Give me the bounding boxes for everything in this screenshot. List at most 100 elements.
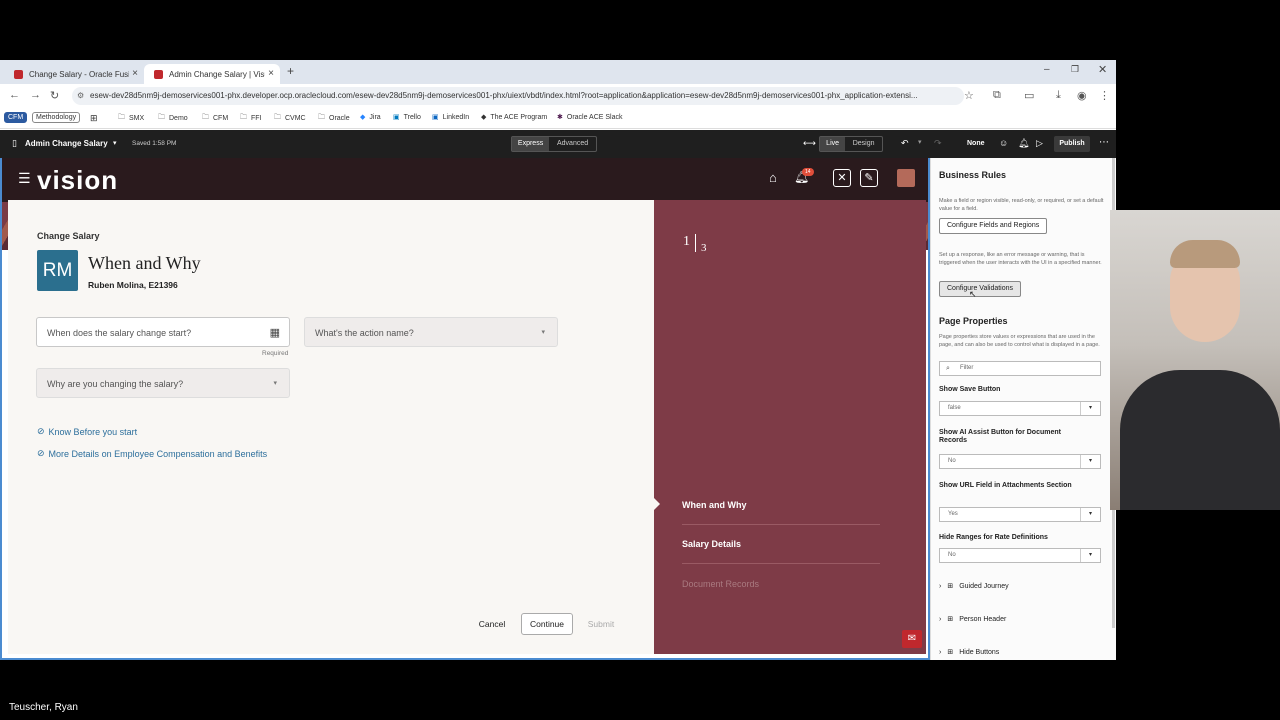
back-icon[interactable]: ← <box>9 89 20 101</box>
advanced-mode-button[interactable]: Advanced <box>549 137 596 151</box>
redo-icon[interactable]: ↷ <box>934 138 942 149</box>
hamburger-icon[interactable]: ☰ <box>18 170 31 187</box>
step-when-and-why[interactable]: When and Why <box>682 500 747 510</box>
bookmark-methodology-chip[interactable]: Methodology <box>32 112 81 123</box>
settings-icon[interactable]: ✎ <box>860 169 878 187</box>
home-icon[interactable]: ⌂ <box>769 170 777 185</box>
user-avatar[interactable] <box>897 169 915 187</box>
more-options-icon[interactable]: ⋯ <box>1099 137 1109 148</box>
show-url-field-select[interactable]: Yes ▾ <box>939 507 1101 522</box>
express-mode-button[interactable]: Express <box>512 137 550 151</box>
reason-select[interactable]: Why are you changing the salary? ▾ <box>36 368 290 398</box>
grid-icon: ⊞ <box>947 616 954 623</box>
configure-validations-button[interactable]: Configure Validations <box>939 281 1022 297</box>
preview-icon[interactable]: ☺ <box>999 138 1008 148</box>
mode-toggle: Express Advanced <box>511 136 597 152</box>
grid-icon: ⊞ <box>947 649 954 656</box>
folder-icon: 🗀 <box>240 114 247 121</box>
avatar: RM <box>37 250 78 291</box>
know-before-link[interactable]: ⊘ Know Before you start <box>37 426 137 437</box>
step-divider <box>682 524 880 525</box>
info-circle-icon: ⊘ <box>37 448 45 458</box>
tools-icon[interactable]: ✕ <box>833 169 851 187</box>
bookmark-ace-program[interactable]: ◆ The ACE Program <box>481 113 547 122</box>
run-icon[interactable]: ▷ <box>1036 138 1043 149</box>
grid-icon: ⊞ <box>947 583 954 590</box>
submit-button[interactable]: Submit <box>580 613 622 635</box>
chevron-down-icon: ▾ <box>273 380 277 387</box>
download-icon[interactable]: ⤓ <box>1056 89 1061 102</box>
oracle-favicon-icon <box>14 69 23 79</box>
filter-input[interactable]: ⌕ Filter <box>939 361 1101 376</box>
tree-person-header[interactable]: › ⊞ Person Header <box>939 615 1006 624</box>
tree-guided-journey[interactable]: › ⊞ Guided Journey <box>939 582 1009 591</box>
profile-icon[interactable]: ◉ <box>1077 89 1087 102</box>
undo-history-icon[interactable]: ▾ <box>918 138 922 146</box>
bookmark-trello[interactable]: ▣ Trello <box>393 113 421 122</box>
chevron-down-icon: ▾ <box>1080 508 1100 521</box>
configure-fields-button[interactable]: Configure Fields and Regions <box>939 218 1048 234</box>
hide-ranges-select[interactable]: No ▾ <box>939 548 1101 563</box>
extensions-icon[interactable]: ⧉ <box>993 89 1001 102</box>
reload-icon[interactable]: ↻ <box>50 89 59 102</box>
action-name-select[interactable]: What's the action name? ▾ <box>304 317 558 347</box>
new-tab-icon[interactable]: + <box>287 64 294 78</box>
chevron-right-icon: › <box>939 648 942 656</box>
person-subtitle: Ruben Molina, E21396 <box>88 280 178 290</box>
salary-start-date-field[interactable]: When does the salary change start? ▦ <box>36 317 290 347</box>
bookmark-ace-slack[interactable]: ✱ Oracle ACE Slack <box>557 113 623 122</box>
undo-icon[interactable]: ↶ <box>901 138 909 149</box>
slack-icon: ✱ <box>557 114 563 121</box>
sidebar-icon[interactable]: ▭ <box>1024 89 1034 102</box>
page-name[interactable]: Admin Change Salary <box>25 139 108 148</box>
bookmark-jira[interactable]: ◆ Jira <box>360 113 381 122</box>
bookmark-cfm[interactable]: 🗀 CFM <box>202 113 228 124</box>
app-canvas: ☰ vision ⌂ 🔔︎ 14 ✕ ✎ Change Salary RM Wh… <box>0 158 930 660</box>
step-salary-details[interactable]: Salary Details <box>682 539 741 549</box>
forward-icon[interactable]: → <box>30 89 41 101</box>
bookmark-cvmc[interactable]: 🗀 CVMC <box>274 113 306 124</box>
page-icon: ▯ <box>12 138 17 148</box>
bookmark-cfm-chip[interactable]: CFM <box>4 112 28 123</box>
page-properties-heading: Page Properties <box>939 316 1008 326</box>
restore-icon[interactable]: ❐ <box>1071 64 1079 75</box>
bookmark-ffi[interactable]: 🗀 FFI <box>240 113 262 124</box>
compensation-details-link[interactable]: ⊘ More Details on Employee Compensation … <box>37 448 267 459</box>
step-document-records[interactable]: Document Records <box>682 579 759 589</box>
close-tab-icon[interactable]: × <box>268 68 274 79</box>
live-mode-button[interactable]: Live <box>820 137 846 151</box>
bookmark-star-icon[interactable]: ☆ <box>964 89 974 102</box>
presenter-hair <box>1170 240 1240 268</box>
chevron-down-icon[interactable]: ▾ <box>113 139 117 147</box>
minimize-icon[interactable]: – <box>1044 64 1050 75</box>
address-bar: ← → ↻ ⚙ esew-dev28d5nm9j-demoservices001… <box>0 84 1116 108</box>
apps-grid-icon[interactable]: ⊞ <box>90 113 98 124</box>
close-window-icon[interactable]: ✕ <box>1098 63 1107 76</box>
menu-icon[interactable]: ⋮ <box>1099 89 1110 102</box>
show-save-button-select[interactable]: false ▾ <box>939 401 1101 416</box>
browser-tab-change-salary[interactable]: Change Salary - Oracle Fusion × <box>4 64 144 84</box>
continue-button[interactable]: Continue <box>521 613 573 635</box>
tree-hide-buttons[interactable]: › ⊞ Hide Buttons <box>939 648 999 657</box>
vision-logo[interactable]: vision <box>37 165 118 196</box>
page-width-icon[interactable]: ⟷ <box>803 138 816 149</box>
bookmark-demo[interactable]: 🗀 Demo <box>158 113 188 124</box>
design-mode-button[interactable]: Design <box>845 137 882 151</box>
chevron-down-icon: ▾ <box>541 329 545 336</box>
notifications-icon[interactable]: 🔔︎ <box>1018 138 1029 149</box>
chat-icon[interactable]: ✉ <box>902 630 922 648</box>
business-rules-desc-1: Make a field or region visible, read-onl… <box>939 198 1104 212</box>
url-field[interactable]: ⚙ esew-dev28d5nm9j-demoservices001-phx.d… <box>72 87 964 105</box>
site-info-icon[interactable]: ⚙ <box>77 87 84 105</box>
bookmark-oracle[interactable]: 🗀 Oracle <box>318 113 350 124</box>
show-ai-assist-select[interactable]: No ▾ <box>939 454 1101 469</box>
bookmark-linkedin[interactable]: ▣ LinkedIn <box>432 113 469 122</box>
calendar-icon[interactable]: ▦ <box>270 318 280 348</box>
bookmark-smx[interactable]: 🗀 SMX <box>118 113 144 124</box>
publish-button[interactable]: Publish <box>1054 136 1090 152</box>
close-tab-icon[interactable]: × <box>132 68 138 79</box>
browser-tab-admin-change-salary[interactable]: Admin Change Salary | Visual B × <box>144 64 280 84</box>
cancel-button[interactable]: Cancel <box>472 613 512 635</box>
none-label[interactable]: None <box>967 140 985 147</box>
bookmarks-bar: CFM Methodology ⊞ 🗀 SMX 🗀 Demo 🗀 CFM 🗀 FFI 🗀… <box>0 108 1116 129</box>
